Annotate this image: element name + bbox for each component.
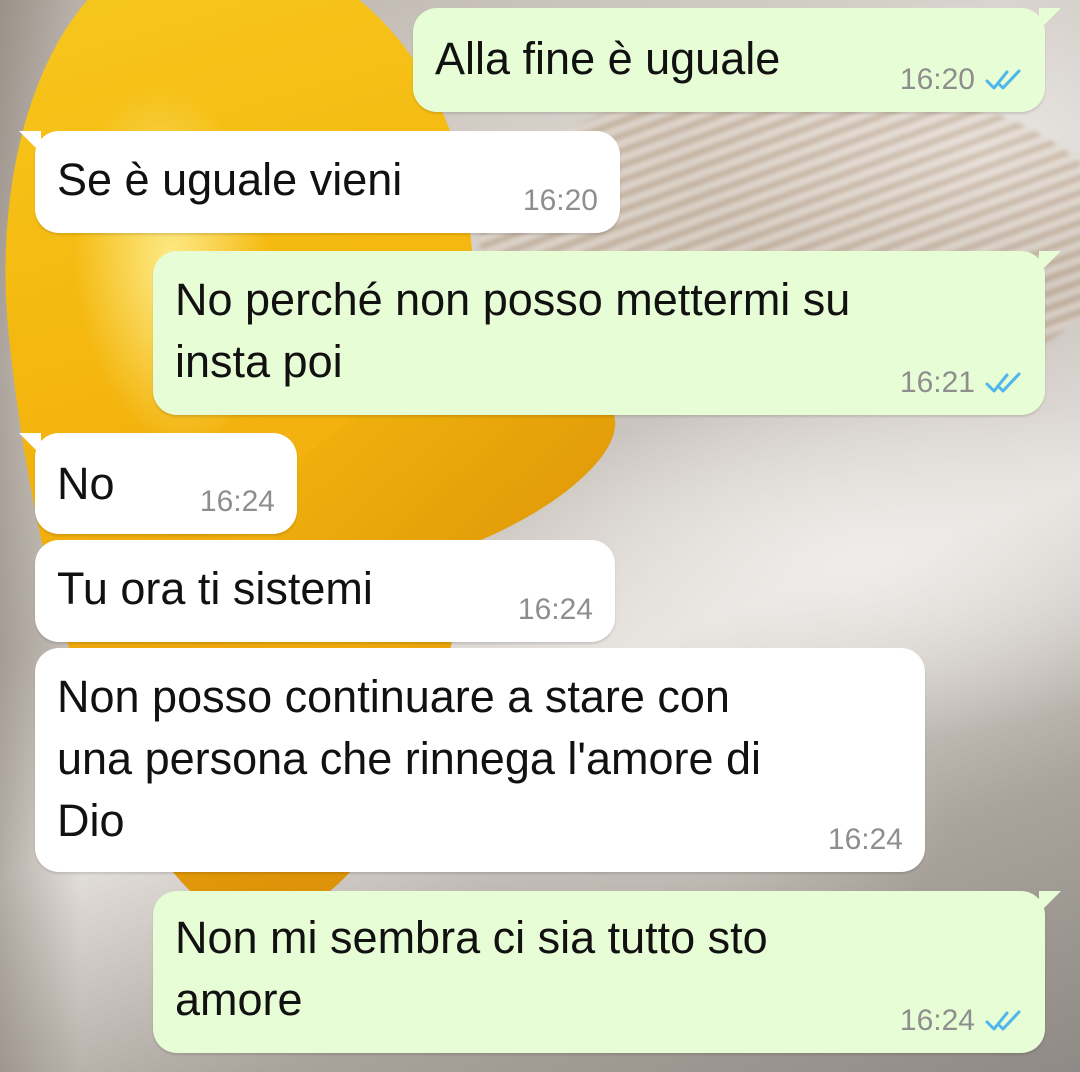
message-meta: 16:24 — [518, 592, 593, 628]
message-time: 16:24 — [827, 823, 903, 856]
message-bubble-outgoing[interactable]: Non mi sembra ci sia tutto sto amore 16:… — [153, 891, 1061, 1053]
message-time: 16:20 — [899, 63, 975, 96]
message-bubble-incoming[interactable]: Se è uguale vieni 16:20 — [19, 131, 620, 233]
message-time: 16:24 — [899, 1004, 975, 1037]
message-time: 16:21 — [899, 366, 975, 399]
message-meta: 16:21 — [900, 365, 1023, 401]
message-text: No — [57, 458, 115, 509]
message-text: No perché non posso mettermi su insta po… — [175, 274, 851, 387]
message-time: 16:20 — [522, 184, 598, 217]
message-time: 16:24 — [199, 485, 275, 518]
message-text: Se è uguale vieni — [57, 154, 403, 205]
double-check-read-icon — [985, 372, 1021, 393]
message-bubble-incoming[interactable]: No 16:24 — [19, 433, 297, 534]
message-bubble-outgoing[interactable]: Alla fine è uguale 16:20 — [413, 8, 1061, 112]
message-bubble-incoming[interactable]: Non posso continuare a stare con una per… — [35, 648, 925, 872]
message-text: Tu ora ti sistemi — [57, 563, 373, 614]
double-check-read-icon — [985, 1010, 1021, 1031]
message-bubble-outgoing[interactable]: No perché non posso mettermi su insta po… — [153, 251, 1061, 415]
message-meta: 16:24 — [828, 822, 903, 858]
message-text: Alla fine è uguale — [435, 33, 781, 84]
message-text: Non mi sembra ci sia tutto sto amore — [175, 912, 768, 1025]
message-meta: 16:20 — [523, 183, 598, 219]
message-bubble-incoming[interactable]: Tu ora ti sistemi 16:24 — [35, 540, 615, 642]
double-check-read-icon — [985, 69, 1021, 90]
message-time: 16:24 — [517, 593, 593, 626]
message-text: Non posso continuare a stare con una per… — [57, 671, 762, 846]
message-meta: 16:24 — [200, 484, 275, 520]
message-meta: 16:24 — [900, 1003, 1023, 1039]
message-meta: 16:20 — [900, 62, 1023, 98]
